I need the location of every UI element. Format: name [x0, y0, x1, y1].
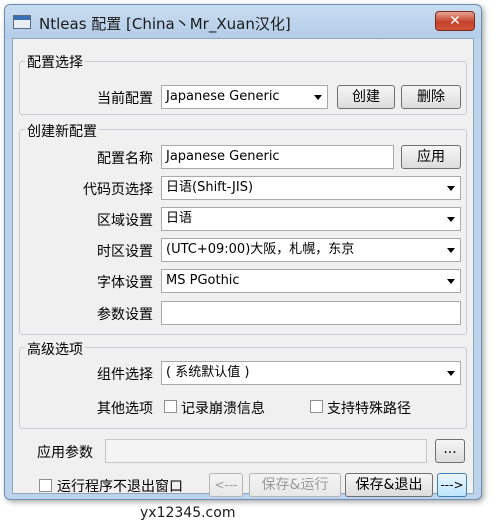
codepage-value: 日语(Shift-JIS) [166, 180, 254, 195]
codepage-label: 代码页选择 [83, 182, 153, 198]
delete-button[interactable]: 删除 [401, 85, 461, 109]
current-config-value: Japanese Generic [166, 89, 280, 104]
timezone-select[interactable]: (UTC+09:00)大阪，札幌，东京 [161, 238, 461, 262]
params-input[interactable] [161, 301, 461, 325]
save-run-button[interactable]: 保存&运行 [249, 473, 341, 497]
component-value: ( 系统默认值 ) [166, 365, 250, 380]
crash-log-checkbox[interactable] [164, 400, 177, 413]
chevron-down-icon [447, 248, 455, 253]
current-config-select[interactable]: Japanese Generic [161, 85, 328, 109]
save-exit-button[interactable]: 保存&退出 [345, 473, 433, 497]
font-value: MS PGothic [166, 273, 240, 288]
codepage-select[interactable]: 日语(Shift-JIS) [161, 176, 461, 200]
region-select[interactable]: 日语 [161, 207, 461, 231]
app-params-label: 应用参数 [37, 445, 93, 461]
config-select-group-label: 配置选择 [25, 52, 85, 72]
app-window-icon [13, 15, 31, 29]
app-params-input[interactable] [105, 439, 427, 463]
font-label: 字体设置 [97, 275, 153, 291]
chevron-down-icon [314, 95, 322, 100]
timezone-label: 时区设置 [97, 244, 153, 260]
component-select[interactable]: ( 系统默认值 ) [161, 361, 461, 385]
keep-window-checkbox[interactable] [39, 479, 52, 492]
next-button[interactable]: ---> [437, 473, 467, 497]
current-config-label: 当前配置 [97, 91, 153, 107]
chevron-down-icon [447, 279, 455, 284]
browse-button[interactable]: ... [435, 439, 465, 463]
chevron-down-icon [447, 186, 455, 191]
special-path-label[interactable]: 支持特殊路径 [327, 398, 411, 418]
window-title: Ntleas 配置 [China丶Mr_Xuan汉化] [39, 15, 291, 33]
font-select[interactable]: MS PGothic [161, 269, 461, 293]
apply-button[interactable]: 应用 [401, 145, 461, 169]
region-label: 区域设置 [97, 213, 153, 229]
watermark-text: yx12345.com [140, 505, 236, 521]
config-name-label: 配置名称 [97, 151, 153, 167]
prev-button[interactable]: <--- [209, 473, 243, 497]
keep-window-label[interactable]: 运行程序不退出窗口 [57, 476, 183, 496]
ntleas-config-window: Ntleas 配置 [China丶Mr_Xuan汉化] ✕ 配置选择 当前配置 … [4, 4, 482, 500]
component-label: 组件选择 [97, 367, 153, 383]
special-path-checkbox[interactable] [310, 400, 323, 413]
region-value: 日语 [166, 211, 193, 226]
chevron-down-icon [447, 217, 455, 222]
timezone-value: (UTC+09:00)大阪，札幌，东京 [166, 242, 355, 257]
other-options-label: 其他选项 [97, 401, 153, 417]
params-label: 参数设置 [97, 307, 153, 323]
new-config-group-label: 创建新配置 [25, 121, 99, 141]
advanced-group-label: 高级选项 [25, 339, 85, 359]
create-button[interactable]: 创建 [337, 85, 395, 109]
config-name-input[interactable]: Japanese Generic [161, 145, 394, 169]
chevron-down-icon [447, 371, 455, 376]
title-bar[interactable]: Ntleas 配置 [China丶Mr_Xuan汉化] ✕ [5, 5, 481, 39]
close-button[interactable]: ✕ [435, 11, 475, 31]
dialog-body: 配置选择 当前配置 Japanese Generic 创建 删除 创建新配置 配… [12, 38, 474, 497]
crash-log-label[interactable]: 记录崩溃信息 [181, 398, 265, 418]
